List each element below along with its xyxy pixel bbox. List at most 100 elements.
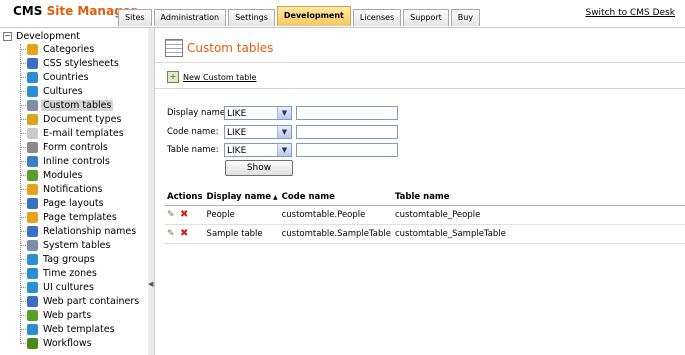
relationship-icon (27, 225, 38, 237)
pane-splitter[interactable]: ◀ (148, 28, 155, 355)
sidebar-item-tag-groups[interactable]: Tag groups (20, 252, 141, 266)
sidebar-item-label: Modules (43, 169, 83, 181)
filter-table-name: Table name: LIKE ▼ (167, 142, 398, 158)
tree-branch-line (20, 90, 26, 92)
edit-icon[interactable]: ✎ (167, 229, 177, 239)
notifications-icon (27, 183, 38, 195)
tab-development[interactable]: Development (276, 6, 351, 26)
chevron-down-icon[interactable]: ▼ (277, 107, 291, 119)
tab-settings[interactable]: Settings (228, 9, 275, 26)
sidebar-item-label: Relationship names (43, 225, 137, 237)
sidebar-item-time-zones[interactable]: Time zones (20, 266, 141, 280)
web-part-containers-icon (27, 295, 38, 307)
sidebar-item-categories[interactable]: Categories (20, 42, 141, 56)
sidebar-item-label: CSS stylesheets (43, 57, 119, 69)
sidebar-item-web-templates[interactable]: Web templates (20, 322, 141, 336)
chevron-down-icon[interactable]: ▼ (277, 126, 291, 138)
sidebar-item-web-parts[interactable]: Web parts (20, 308, 141, 322)
tab-buy[interactable]: Buy (450, 9, 481, 26)
cell-table-name: customtable_People (392, 205, 685, 225)
tree-branch-line (20, 314, 26, 316)
filter-code-name-input[interactable] (296, 125, 398, 139)
page-title: Custom tables (187, 41, 274, 55)
sidebar-item-page-layouts[interactable]: Page layouts (20, 196, 141, 210)
web-parts-icon (27, 309, 38, 321)
sidebar-item-ui-cultures[interactable]: UI cultures (20, 280, 141, 294)
system-tables-icon (27, 239, 38, 251)
tree-list: Categories CSS stylesheets Countries Cultur… (20, 42, 141, 350)
tree-branch-line (20, 258, 26, 260)
cell-table-name: customtable_SampleTable (392, 224, 685, 244)
tab-sites[interactable]: Sites (118, 9, 152, 26)
filter-display-name-input[interactable] (296, 106, 398, 120)
tag-groups-icon (27, 253, 38, 265)
page-templates-icon (27, 211, 38, 223)
filter-code-name-label: Code name: (167, 127, 219, 137)
sidebar-item-label: UI cultures (43, 281, 94, 293)
new-item-icon[interactable]: + (167, 71, 179, 83)
switch-to-cms-desk-link[interactable]: Switch to CMS Desk (585, 8, 675, 18)
cell-display-name: People (204, 205, 280, 225)
table-icon (27, 99, 38, 111)
header-code-name[interactable]: Code name (279, 189, 393, 206)
delete-icon[interactable]: ✖ (180, 210, 190, 220)
sidebar-item-cultures[interactable]: Cultures (20, 84, 141, 98)
email-icon (27, 127, 38, 139)
sidebar-item-form-controls[interactable]: Form controls (20, 140, 141, 154)
collapse-pane-icon[interactable]: ◀ (148, 280, 153, 288)
sidebar-item-label: Web templates (43, 323, 115, 335)
new-custom-table-action[interactable]: + New Custom table (167, 71, 256, 83)
sidebar-item-label: Notifications (43, 183, 103, 195)
sort-ascending-icon[interactable]: ▲ (273, 194, 278, 201)
tab-support[interactable]: Support (403, 9, 449, 26)
sidebar-item-custom-tables[interactable]: Custom tables (20, 98, 141, 112)
row-actions: ✎ ✖ (165, 205, 205, 225)
sidebar-item-css-stylesheets[interactable]: CSS stylesheets (20, 56, 141, 70)
collapse-icon[interactable]: − (3, 32, 12, 41)
sidebar-item-label: Web part containers (43, 295, 140, 307)
sidebar-item-system-tables[interactable]: System tables (20, 238, 141, 252)
sidebar-item-inline-controls[interactable]: Inline controls (20, 154, 141, 168)
tree-branch-line (20, 160, 26, 162)
divider (155, 88, 685, 89)
form-controls-icon (27, 141, 38, 153)
sidebar-item-web-part-containers[interactable]: Web part containers (20, 294, 141, 308)
filter-display-name-operator[interactable]: LIKE ▼ (224, 106, 292, 120)
globe-icon (27, 71, 38, 83)
css-stylesheets-icon (27, 57, 38, 69)
tree-branch-line (20, 300, 26, 302)
header-table-name[interactable]: Table name (392, 189, 685, 206)
table-row: ✎ ✖ Sample table customtable.SampleTable … (165, 224, 685, 244)
header-display-name[interactable]: Display name ▲ (204, 189, 280, 206)
cell-display-name: Sample table (204, 224, 280, 244)
tab-licenses[interactable]: Licenses (352, 9, 402, 26)
sidebar-item-document-types[interactable]: Document types (20, 112, 141, 126)
edit-icon[interactable]: ✎ (167, 210, 177, 220)
sidebar-item-e-mail-templates[interactable]: E-mail templates (20, 126, 141, 140)
sidebar-item-page-templates[interactable]: Page templates (20, 210, 141, 224)
filter-table-name-label: Table name: (167, 145, 219, 155)
filter-table-name-input[interactable] (296, 143, 398, 157)
sidebar-item-label: Countries (43, 71, 89, 83)
sidebar-item-label: Inline controls (43, 155, 110, 167)
tab-administration[interactable]: Administration (153, 9, 227, 26)
sidebar-item-label: Categories (43, 43, 95, 55)
filter-code-name: Code name: LIKE ▼ (167, 124, 398, 140)
sidebar-item-relationship-names[interactable]: Relationship names (20, 224, 141, 238)
delete-icon[interactable]: ✖ (180, 229, 190, 239)
sidebar-item-modules[interactable]: Modules (20, 168, 141, 182)
filter-table-name-operator[interactable]: LIKE ▼ (224, 143, 292, 157)
main-content: Custom tables + New Custom table Display… (155, 28, 685, 355)
document-types-icon (27, 113, 38, 125)
chevron-down-icon[interactable]: ▼ (277, 144, 291, 156)
filter-code-name-operator[interactable]: LIKE ▼ (224, 125, 292, 139)
row-actions: ✎ ✖ (165, 224, 205, 244)
sidebar-item-label: E-mail templates (43, 127, 124, 139)
sidebar-item-notifications[interactable]: Notifications (20, 182, 141, 196)
sidebar-item-countries[interactable]: Countries (20, 70, 141, 84)
show-button[interactable]: Show (225, 160, 293, 176)
sidebar-item-workflows[interactable]: Workflows (20, 336, 141, 350)
new-custom-table-link[interactable]: New Custom table (183, 73, 256, 82)
sidebar-item-label: Tag groups (43, 253, 95, 265)
cultures-icon (27, 85, 38, 97)
